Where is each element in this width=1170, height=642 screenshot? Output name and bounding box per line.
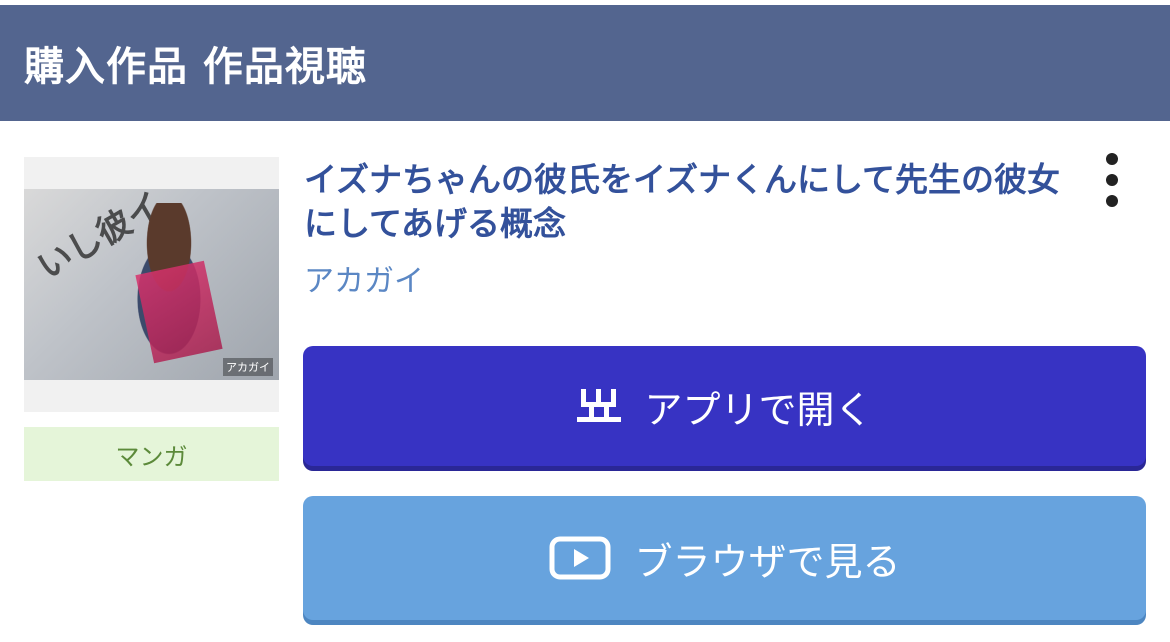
cover-image: いし彼イ アカガイ <box>24 189 279 380</box>
open-in-app-label: アプリで開く <box>644 387 873 432</box>
work-title[interactable]: イズナちゃんの彼氏をイズナくんにして先生の彼女にしてあげる概念 <box>304 158 1064 246</box>
view-in-browser-button[interactable]: ブラウザで見る <box>303 496 1146 620</box>
kebab-dot <box>1106 195 1118 207</box>
cover-author-label: アカガイ <box>223 358 273 376</box>
work-author[interactable]: アカガイ <box>304 256 424 300</box>
app-logo-icon <box>576 386 622 426</box>
play-icon <box>548 536 612 580</box>
page-header: 購入作品 作品視聴 <box>0 5 1170 121</box>
genre-badge: マンガ <box>24 427 279 481</box>
page-title: 購入作品 作品視聴 <box>24 44 367 90</box>
work-thumbnail[interactable]: いし彼イ アカガイ <box>24 157 279 412</box>
more-vertical-icon[interactable] <box>1094 150 1130 210</box>
view-in-browser-label: ブラウザで見る <box>634 539 901 584</box>
kebab-dot <box>1106 174 1118 186</box>
open-in-app-button[interactable]: アプリで開く <box>303 346 1146 466</box>
kebab-dot <box>1106 153 1118 165</box>
